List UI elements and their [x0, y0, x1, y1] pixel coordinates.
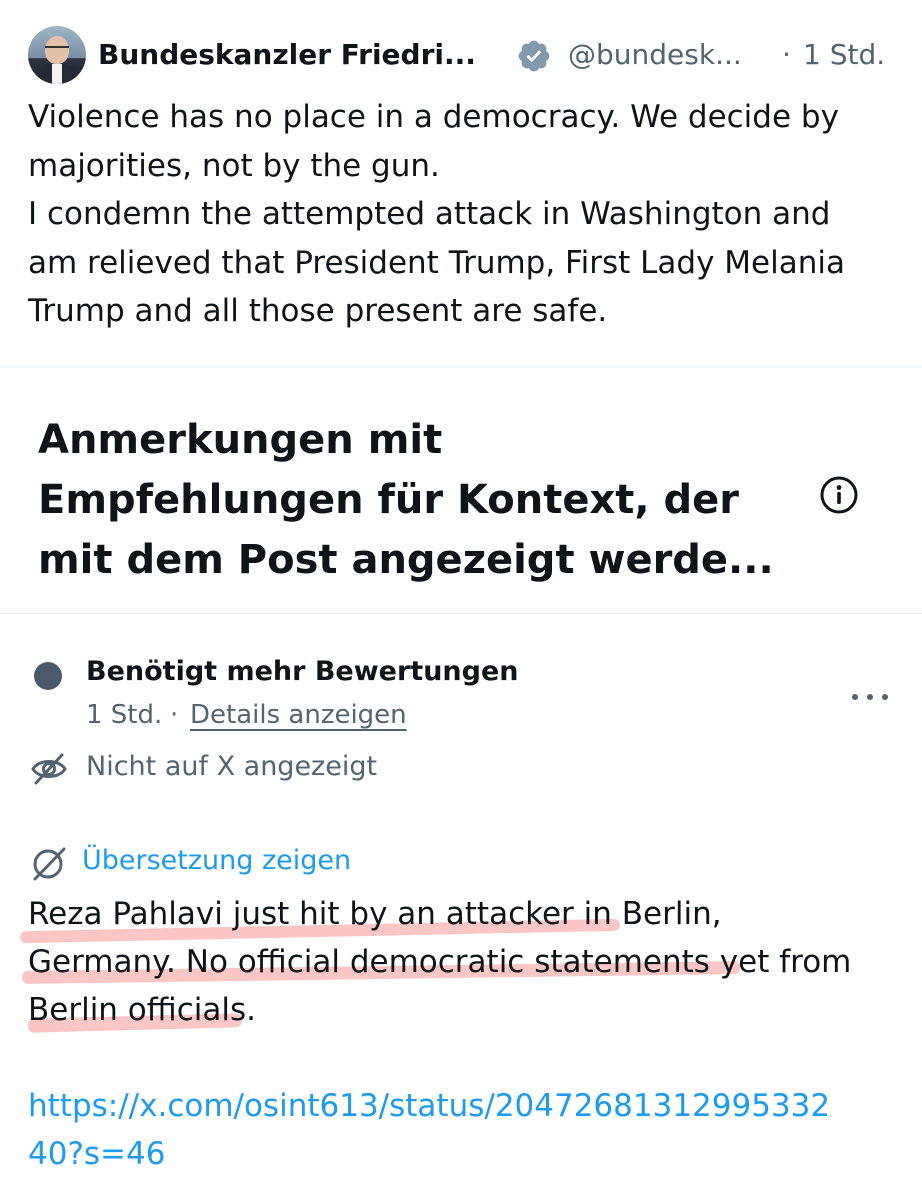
details-link[interactable]: Details anzeigen [190, 700, 407, 730]
post-time[interactable]: 1 Std. [803, 38, 885, 71]
notes-title-line: mit dem Post angezeigt werde... [38, 537, 774, 583]
status-indicator [34, 662, 62, 690]
divider [0, 613, 922, 614]
tweet-text-line: I condemn the attempted attack in Washin… [28, 196, 831, 232]
info-icon[interactable] [818, 474, 860, 516]
avatar[interactable] [28, 26, 86, 84]
note-status: Benötigt mehr Bewertungen [86, 656, 519, 687]
more-icon[interactable] [850, 685, 890, 709]
separator: · [782, 38, 791, 71]
divider [0, 366, 922, 368]
translate-icon[interactable] [30, 845, 70, 881]
eye-off-icon [31, 753, 67, 785]
translate-link[interactable]: Übersetzung zeigen [82, 845, 351, 876]
visibility-status: Nicht auf X angezeigt [86, 751, 378, 782]
note-text: Reza Pahlavi just hit by an attacker in … [28, 890, 908, 1034]
note-text-line: Germany. No official democratic statemen… [28, 944, 852, 980]
tweet-text-line: Violence has no place in a democracy. We… [28, 99, 839, 135]
url-line[interactable]: 40?s=46 [28, 1130, 908, 1178]
tweet-text-line: majorities, not by the gun. [28, 147, 440, 184]
notes-section-title: Anmerkungen mit Empfehlungen für Kontext… [38, 410, 798, 590]
note-source-link[interactable]: https://x.com/osint613/status/2047268131… [28, 1082, 908, 1178]
note-time: 1 Std. [86, 700, 163, 730]
tweet-text: Violence has no place in a democracy. We… [28, 93, 908, 336]
separator: · [170, 700, 179, 730]
tweet: Bundeskanzler Friedri... @bundesk... · 1… [0, 0, 922, 366]
author-handle[interactable]: @bundesk... [568, 38, 742, 71]
note-text-line: Reza Pahlavi just hit by an attacker in … [28, 896, 722, 932]
notes-title-line: Anmerkungen mit [38, 417, 443, 463]
url-line[interactable]: https://x.com/osint613/status/2047268131… [28, 1082, 908, 1130]
notes-title-line: Empfehlungen für Kontext, der [38, 477, 740, 523]
tweet-text-line: Trump and all those present are safe. [28, 293, 608, 329]
tweet-text-line: am relieved that President Trump, First … [28, 244, 845, 281]
author-name[interactable]: Bundeskanzler Friedri... [98, 38, 476, 71]
verified-badge-icon [518, 40, 550, 72]
note-text-line: Berlin officials. [28, 992, 257, 1028]
